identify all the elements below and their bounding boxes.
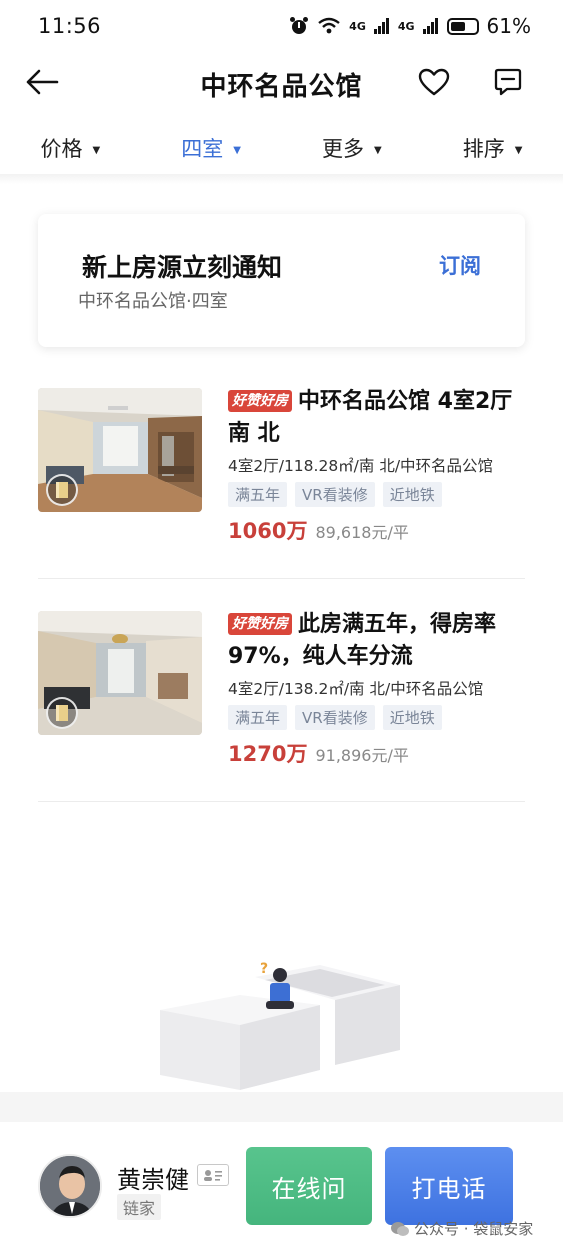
top-nav: 中环名品公馆 xyxy=(0,52,563,112)
price-line: 1270万 91,896元/平 xyxy=(228,738,528,768)
subscribe-card: 新上房源立刻通知 中环名品公馆·四室 订阅 xyxy=(38,214,525,347)
listing-item[interactable]: 好赞好房 中环名品公馆 4室2厅 南 北 4室2厅/118.28㎡/南 北/中环名… xyxy=(38,386,525,586)
listing-desc: 4室2厅/118.28㎡/南 北/中环名品公馆 xyxy=(228,457,494,475)
signal-icon xyxy=(373,18,389,34)
agent-bar: 黄崇健 链家 在线问 打电话 公众号 · 袋鼠安家 xyxy=(0,1122,563,1251)
filter-price[interactable]: 价格 ▼ xyxy=(0,120,141,176)
good-house-badge: 好赞好房 xyxy=(228,613,292,635)
signal-icon xyxy=(422,18,438,34)
total-price: 1060万 xyxy=(228,519,308,543)
good-house-badge: 好赞好房 xyxy=(228,390,292,412)
battery-percent: 61% xyxy=(486,14,531,38)
online-chat-button[interactable]: 在线问 xyxy=(246,1147,372,1225)
chat-bubble-icon xyxy=(494,68,522,96)
subscribe-title: 新上房源立刻通知 xyxy=(82,253,283,282)
empty-state-illustration: ? xyxy=(160,961,400,1090)
vr-cube-icon xyxy=(46,474,78,506)
call-button[interactable]: 打电话 xyxy=(385,1147,513,1225)
page-title: 中环名品公馆 xyxy=(200,72,363,102)
listing-item[interactable]: 好赞好房 此房满五年，得房率97%，纯人车分流 4室2厅/138.2㎡/南 北/中… xyxy=(38,609,525,809)
listing-tag: VR看装修 xyxy=(295,705,375,730)
svg-text:?: ? xyxy=(260,961,268,977)
subscribe-subtitle: 中环名品公馆·四室 xyxy=(78,291,228,312)
listing-tag: 近地铁 xyxy=(382,705,442,730)
listing-title-line: 好赞好房 中环名品公馆 4室2厅 南 北 xyxy=(228,386,528,450)
listing-divider xyxy=(38,578,525,579)
filter-more[interactable]: 更多 ▼ xyxy=(282,120,423,176)
listing-title-line: 好赞好房 此房满五年，得房率97%，纯人车分流 xyxy=(228,609,528,673)
filter-divider xyxy=(0,174,563,184)
listing-photo[interactable] xyxy=(38,611,202,735)
filter-label: 价格 xyxy=(40,137,83,161)
chevron-down-icon: ▼ xyxy=(514,144,523,156)
listing-info: 好赞好房 中环名品公馆 4室2厅 南 北 4室2厅/118.28㎡/南 北/中环名… xyxy=(228,386,528,545)
listing-photo[interactable] xyxy=(38,388,202,512)
unit-price: 91,896元/平 xyxy=(315,746,409,765)
wifi-icon xyxy=(318,17,340,34)
chevron-down-icon: ▼ xyxy=(374,144,382,156)
listing-tag: VR看装修 xyxy=(295,482,375,507)
agency-tag: 链家 xyxy=(117,1194,162,1220)
listing-tag: 满五年 xyxy=(228,482,288,507)
listing-divider xyxy=(38,801,525,802)
section-gap xyxy=(0,1092,563,1122)
status-time: 11:56 xyxy=(38,14,102,38)
favorite-button[interactable] xyxy=(414,62,454,102)
filter-label: 排序 xyxy=(462,137,505,161)
id-card-icon[interactable] xyxy=(197,1164,229,1186)
unit-price: 89,618元/平 xyxy=(315,523,409,542)
listing-info: 好赞好房 此房满五年，得房率97%，纯人车分流 4室2厅/138.2㎡/南 北/中… xyxy=(228,609,528,768)
filter-bar: 价格 ▼ 四室 ▼ 更多 ▼ 排序 ▼ xyxy=(0,120,563,176)
listing-desc: 4室2厅/138.2㎡/南 北/中环名品公馆 xyxy=(228,680,484,698)
agent-name: 黄崇健 xyxy=(117,1166,189,1194)
total-price: 1270万 xyxy=(228,742,308,766)
agent-avatar[interactable] xyxy=(38,1154,102,1218)
listing-tags: 满五年 VR看装修 近地铁 xyxy=(228,482,528,507)
wechat-icon xyxy=(391,1221,409,1236)
price-line: 1060万 89,618元/平 xyxy=(228,515,528,545)
listing-tag: 满五年 xyxy=(228,705,288,730)
signal-label-1: 4G xyxy=(349,19,366,33)
watermark-text: 公众号 · 袋鼠安家 xyxy=(414,1220,534,1238)
message-button[interactable] xyxy=(488,62,528,102)
signal-label-2: 4G xyxy=(397,19,415,33)
status-bar: 11:56 4G 4G 61% xyxy=(0,0,563,52)
chevron-down-icon: ▼ xyxy=(233,144,241,156)
subscribe-button[interactable]: 订阅 xyxy=(439,250,481,280)
alarm-icon xyxy=(290,17,309,34)
vr-cube-icon xyxy=(46,697,78,729)
watermark: 公众号 · 袋鼠安家 xyxy=(390,1218,533,1239)
battery-icon xyxy=(446,17,479,35)
heart-icon xyxy=(418,68,450,96)
filter-label: 四室 xyxy=(181,137,224,161)
filter-sort[interactable]: 排序 ▼ xyxy=(422,120,563,176)
listing-tag: 近地铁 xyxy=(382,482,442,507)
filter-label: 更多 xyxy=(322,137,365,161)
avatar-photo xyxy=(40,1156,100,1216)
filter-rooms[interactable]: 四室 ▼ xyxy=(141,120,282,176)
status-icons: 4G 4G 61% xyxy=(289,14,531,38)
listing-tags: 满五年 VR看装修 近地铁 xyxy=(228,705,528,730)
chevron-down-icon: ▼ xyxy=(92,144,101,156)
